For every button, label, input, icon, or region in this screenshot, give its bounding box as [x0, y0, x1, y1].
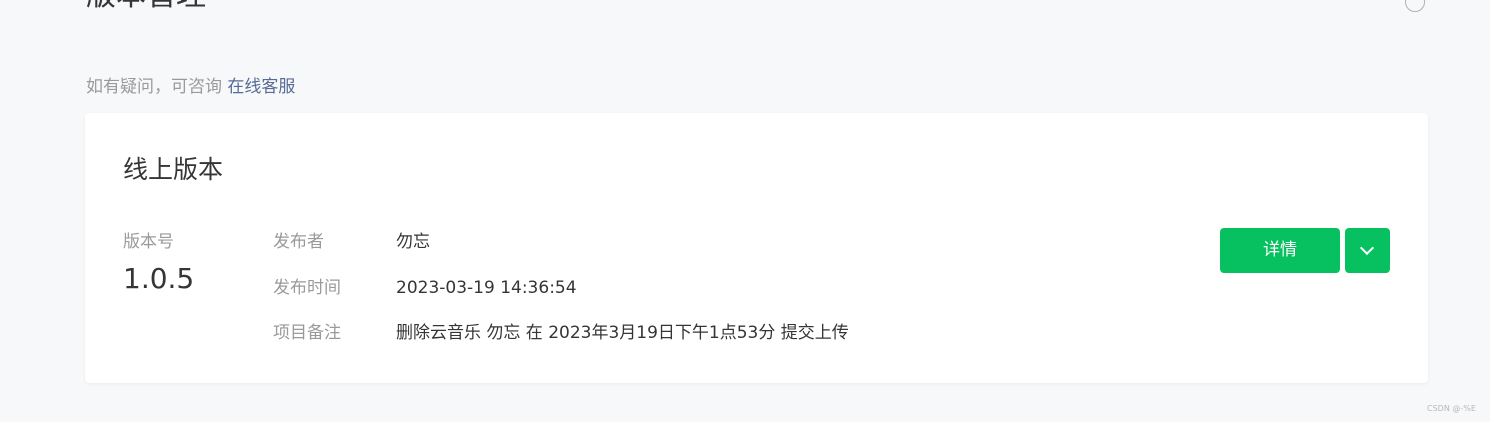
card-title: 线上版本 — [123, 155, 224, 184]
project-note-value: 删除云音乐 勿忘 在 2023年3月19日下午1点53分 提交上传 — [396, 323, 849, 343]
support-hint: 如有疑问，可咨询 在线客服 — [86, 75, 295, 99]
publisher-value: 勿忘 — [396, 232, 430, 252]
online-support-link[interactable]: 在线客服 — [227, 77, 295, 97]
publish-time-value: 2023-03-19 14:36:54 — [396, 278, 577, 298]
publish-time-label: 发布时间 — [273, 278, 341, 298]
chevron-down-icon — [1359, 240, 1375, 256]
detail-button[interactable]: 详情 — [1220, 228, 1340, 273]
version-management-page: 版本管理 如有疑问，可咨询 在线客服 线上版本 版本号 1.0.5 发布者 勿忘… — [0, 0, 1490, 422]
version-number: 1.0.5 — [123, 262, 195, 295]
page-title: 版本管理 — [86, 0, 206, 16]
version-number-label: 版本号 — [123, 232, 174, 252]
support-hint-text: 如有疑问，可咨询 — [86, 77, 222, 97]
question-circle-icon[interactable] — [1405, 0, 1425, 12]
watermark: CSDN @-%E — [1427, 404, 1476, 413]
online-version-card: 线上版本 版本号 1.0.5 发布者 勿忘 发布时间 2023-03-19 14… — [85, 113, 1428, 383]
more-actions-dropdown-button[interactable] — [1345, 228, 1390, 273]
project-note-label: 项目备注 — [273, 323, 341, 343]
publisher-label: 发布者 — [273, 232, 324, 252]
